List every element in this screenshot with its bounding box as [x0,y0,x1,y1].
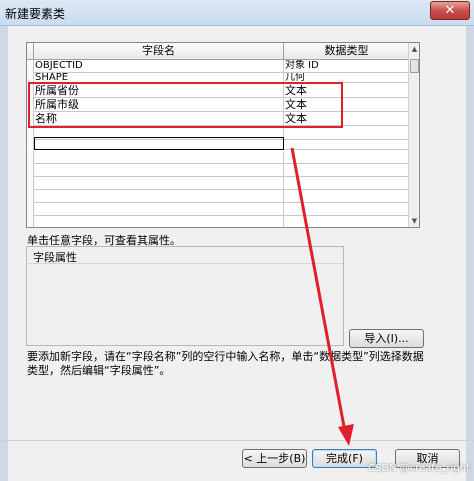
scroll-thumb[interactable] [410,59,419,73]
close-button[interactable]: ✕ [430,1,470,20]
divider [0,440,474,441]
table-row[interactable] [27,216,409,227]
data-type-cell[interactable] [284,177,409,190]
field-name-cell[interactable] [34,216,284,227]
field-name-cell[interactable] [34,164,284,177]
row-selector[interactable] [27,203,34,216]
data-type-cell[interactable] [284,203,409,216]
scroll-down-icon[interactable]: ▼ [410,216,419,226]
fields-grid: 字段名 数据类型 OBJECTID 对象 ID SHAPE 几何 所属省份 文本… [26,42,420,228]
column-header-data-type[interactable]: 数据类型 [284,43,409,60]
data-type-cell[interactable] [284,137,409,150]
data-type-cell[interactable]: 对象 ID [284,60,409,73]
divider [28,263,343,264]
table-row[interactable] [27,177,409,190]
row-selector[interactable] [27,190,34,203]
window-left-edge [0,26,8,481]
column-header-field-name[interactable]: 字段名 [34,43,284,60]
import-button[interactable]: 导入(I)... [349,329,424,348]
row-selector[interactable] [27,177,34,190]
field-name-cell[interactable] [34,177,284,190]
table-row[interactable]: OBJECTID 对象 ID [27,60,409,73]
highlight-annotation-box [28,82,343,128]
field-name-cell[interactable] [34,203,284,216]
table-row[interactable] [27,137,409,150]
grid-vertical-scrollbar[interactable]: ▲ ▼ [408,43,419,227]
window-right-edge [466,26,474,481]
field-name-cell[interactable]: OBJECTID [34,60,284,73]
scroll-up-icon[interactable]: ▲ [410,44,419,54]
row-selector[interactable] [27,151,34,164]
help-text-line-1: 要添加新字段，请在“字段名称”列的空行中输入名称，单击“数据类型”列选择数据 [27,350,424,363]
help-text-line-2: 类型，然后编辑“字段属性”。 [27,364,171,377]
data-type-cell[interactable] [284,151,409,164]
table-row[interactable] [27,203,409,216]
data-type-cell[interactable] [284,216,409,227]
new-field-name-input[interactable] [34,137,284,150]
back-button[interactable]: < 上一步(B) [242,449,307,468]
window-title: 新建要素类 [5,7,66,21]
row-selector[interactable] [27,164,34,177]
table-row[interactable] [27,151,409,164]
annotation-arrow-head [338,424,354,446]
watermark: CSDN @create_right [368,463,470,474]
field-name-cell[interactable] [34,151,284,164]
data-type-cell[interactable] [284,164,409,177]
field-properties-panel: 字段属性 [26,246,344,346]
row-selector[interactable] [27,216,34,227]
table-row[interactable] [27,164,409,177]
row-selector[interactable] [27,137,34,150]
help-text: 要添加新字段，请在“字段名称”列的空行中输入名称，单击“数据类型”列选择数据 类… [27,350,427,378]
table-row[interactable] [27,190,409,203]
row-selector[interactable] [27,60,34,73]
field-name-cell[interactable] [34,190,284,203]
fields-grid-body: 字段名 数据类型 OBJECTID 对象 ID SHAPE 几何 所属省份 文本… [27,43,409,227]
grid-header: 字段名 数据类型 [27,43,409,60]
row-selector-header [27,43,34,60]
data-type-cell[interactable] [284,190,409,203]
title-bar: 新建要素类 ✕ [0,0,474,26]
